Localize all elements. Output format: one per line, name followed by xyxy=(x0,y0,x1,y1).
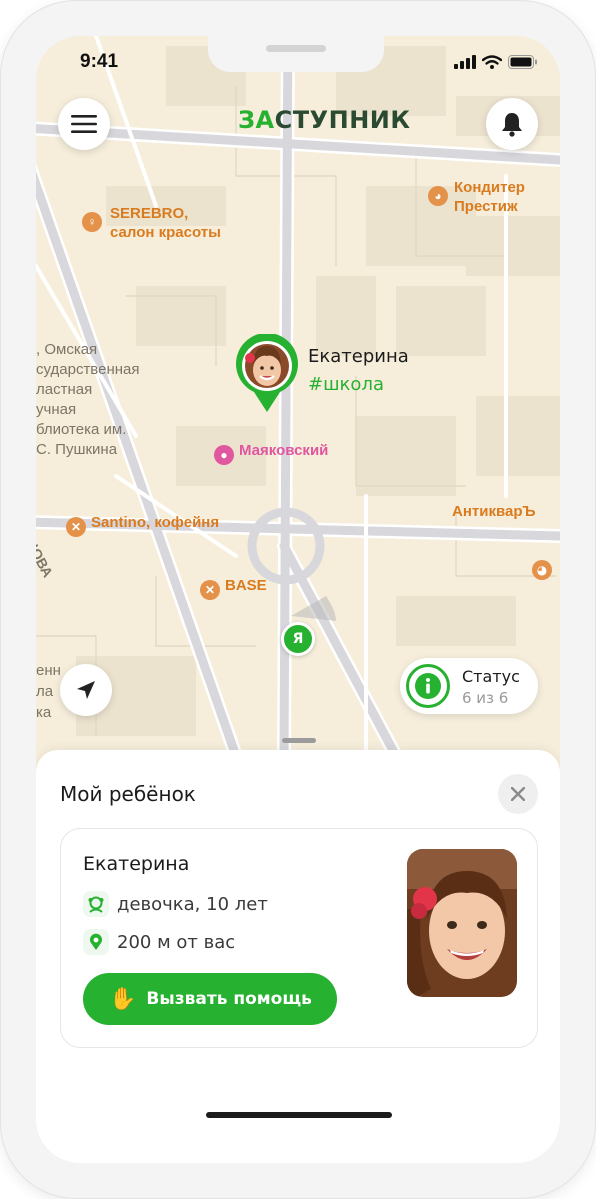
navigation-arrow-icon xyxy=(77,681,95,699)
menu-icon xyxy=(71,115,97,133)
poi-library[interactable]: , Омская сударственная ластная учная бли… xyxy=(36,340,139,460)
poi-mayakovsky[interactable]: ● Маяковский xyxy=(214,441,328,465)
poi-konditer[interactable]: ◕ Кондитер Престиж xyxy=(428,178,525,216)
status-widget[interactable]: Статус 6 из 6 xyxy=(400,658,538,714)
close-button[interactable] xyxy=(498,774,538,814)
cafe-icon[interactable]: ◕ xyxy=(532,560,552,580)
status-ring xyxy=(406,664,450,708)
poi-serebro[interactable]: ♀ SEREBRO, салон красоты xyxy=(80,204,221,242)
gender-age-text: девочка, 10 лет xyxy=(117,893,268,915)
salon-icon: ♀ xyxy=(82,212,102,232)
girl-icon xyxy=(83,891,109,917)
status-progress: 6 из 6 xyxy=(462,689,509,707)
my-location-marker[interactable]: Я xyxy=(281,622,315,656)
poi-antikvar[interactable]: АнтикварЪ xyxy=(452,502,536,521)
locate-me-button[interactable] xyxy=(60,664,112,716)
child-card[interactable]: Екатерина девочка, 10 лет 200 м от вас ✋… xyxy=(60,828,538,1048)
child-photo xyxy=(407,849,517,997)
cinema-icon: ● xyxy=(214,445,234,465)
phone-frame: ◕ Кондитер Престиж ♀ SEREBRO, салон крас… xyxy=(0,0,596,1199)
restaurant-icon: ✕ xyxy=(66,517,86,537)
notifications-button[interactable] xyxy=(486,98,538,150)
close-icon xyxy=(511,787,525,801)
bell-icon xyxy=(502,113,522,137)
cafe-icon: ◕ xyxy=(428,186,448,206)
call-help-button[interactable]: ✋ Вызвать помощь xyxy=(83,973,337,1025)
speaker xyxy=(266,45,326,52)
child-map-tag[interactable]: #школа xyxy=(308,374,384,395)
signal-icon xyxy=(454,55,476,69)
app-logo: ЗАСТУПНИК xyxy=(238,106,411,134)
sheet-grabber[interactable] xyxy=(282,738,316,743)
gender-age-row: девочка, 10 лет xyxy=(83,891,268,917)
restaurant-icon: ✕ xyxy=(200,580,220,600)
bottom-sheet: Мой ребёнок Екатерина девочка, 10 лет 20… xyxy=(36,750,560,1163)
raised-hand-icon: ✋ xyxy=(109,986,137,1012)
system-icons xyxy=(454,55,538,69)
screen: ◕ Кондитер Престиж ♀ SEREBRO, салон крас… xyxy=(36,36,560,1163)
poi-edge: енн ла ка xyxy=(36,662,61,721)
info-icon xyxy=(415,673,441,699)
sheet-title: Мой ребёнок xyxy=(60,782,196,806)
distance-text: 200 м от вас xyxy=(117,931,236,953)
location-pin-icon xyxy=(83,929,109,955)
distance-row: 200 м от вас xyxy=(83,929,235,955)
battery-icon xyxy=(508,55,537,69)
clock: 9:41 xyxy=(80,51,119,72)
poi-base[interactable]: ✕ BASE xyxy=(200,576,267,600)
status-title: Статус xyxy=(462,667,520,686)
notch xyxy=(208,36,384,72)
child-map-name[interactable]: Екатерина xyxy=(308,346,409,367)
poi-santino[interactable]: ✕ Santino, кофейня xyxy=(66,513,219,537)
child-map-pin[interactable] xyxy=(234,332,300,414)
child-name: Екатерина xyxy=(83,853,190,875)
menu-button[interactable] xyxy=(58,98,110,150)
call-help-label: Вызвать помощь xyxy=(146,989,312,1009)
wifi-icon xyxy=(482,55,502,69)
home-indicator[interactable] xyxy=(206,1112,392,1118)
